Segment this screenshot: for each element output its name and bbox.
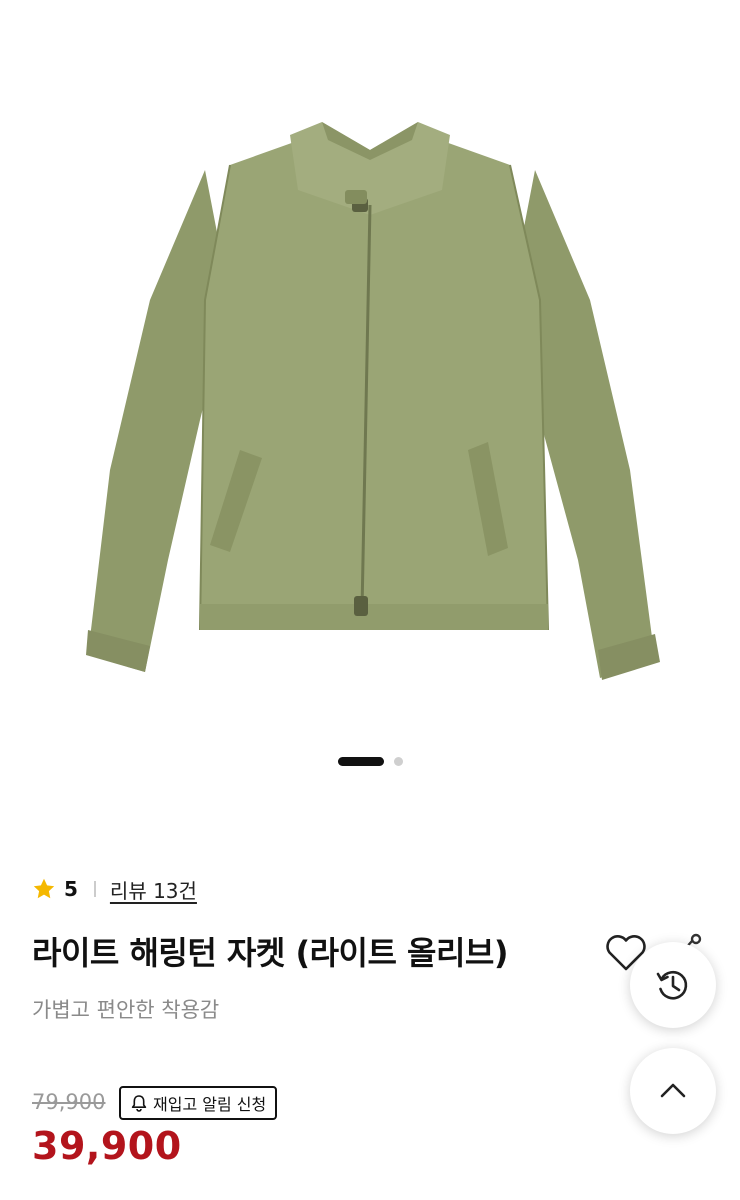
carousel-dot-1[interactable] <box>337 756 384 766</box>
chevron-up-icon <box>660 1083 686 1098</box>
original-price: 79,900 <box>32 1090 106 1114</box>
restock-alert-button[interactable]: 재입고 알림 신청 <box>119 1086 278 1120</box>
product-subtitle: 가볍고 편안한 착용감 <box>32 998 220 1022</box>
history-icon <box>656 970 688 1000</box>
rating-score: 5 <box>64 877 78 901</box>
product-image-carousel[interactable] <box>0 0 740 800</box>
restock-alert-label: 재입고 알림 신청 <box>153 1095 267 1114</box>
carousel-dot-2[interactable] <box>393 756 403 766</box>
carousel-dots <box>0 754 740 768</box>
product-image <box>86 122 660 680</box>
rating-row: 5 리뷰 13건 <box>32 872 197 906</box>
product-title: 라이트 해링턴 자켓 (라이트 올리브) <box>32 934 508 972</box>
recent-history-button[interactable] <box>630 942 716 1028</box>
scroll-to-top-button[interactable] <box>630 1048 716 1134</box>
review-count-link[interactable]: 리뷰 13건 <box>110 875 197 904</box>
bell-icon <box>131 1095 147 1112</box>
rating-divider <box>93 881 96 897</box>
sale-price: 39,900 <box>32 1124 182 1168</box>
star-icon <box>33 878 55 899</box>
